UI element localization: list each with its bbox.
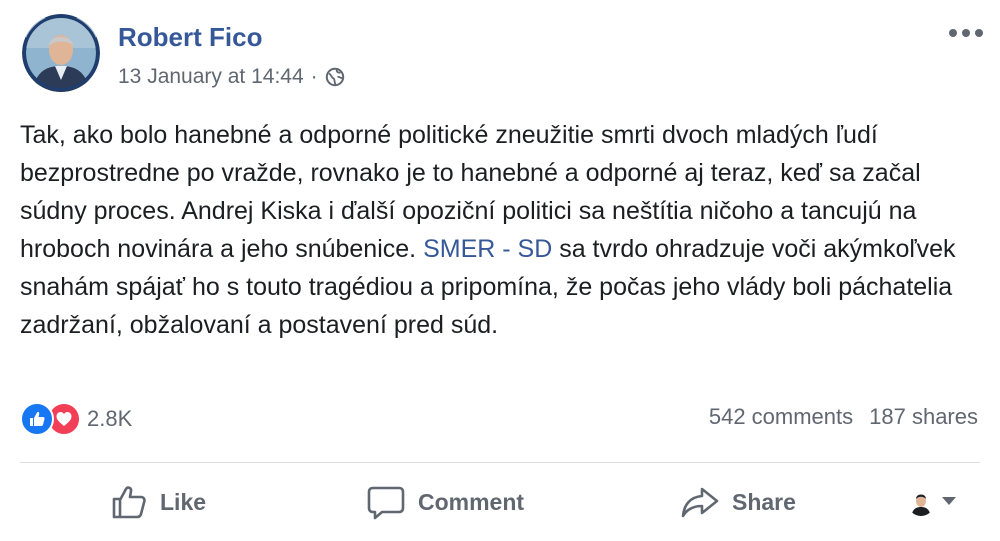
chevron-down-icon: [940, 494, 958, 512]
globe-icon[interactable]: [325, 67, 345, 87]
author-avatar[interactable]: [22, 14, 100, 92]
post-timestamp[interactable]: 13 January at 14:44: [118, 64, 304, 90]
divider: [20, 462, 980, 463]
share-arrow-icon: [680, 483, 720, 521]
share-label: Share: [732, 488, 796, 515]
reactions-summary[interactable]: 2.8K: [20, 402, 132, 436]
post-text: Tak, ako bolo hanebné a odporné politick…: [20, 116, 980, 344]
thumbs-up-icon: [110, 483, 148, 521]
author-name[interactable]: Robert Fico: [118, 22, 262, 52]
page-mention-link[interactable]: SMER - SD: [423, 235, 552, 263]
facebook-post: Robert Fico 13 January at 14:44 · Tak, a…: [0, 0, 1000, 541]
share-button[interactable]: Share: [680, 478, 796, 526]
like-reaction-icon: [20, 402, 54, 436]
reaction-count: 2.8K: [87, 406, 133, 431]
comment-button[interactable]: Comment: [366, 478, 524, 526]
like-button[interactable]: Like: [110, 478, 206, 526]
audience-avatar-icon: [908, 490, 934, 516]
reaction-audience-selector[interactable]: [908, 486, 958, 520]
comments-count[interactable]: 542 comments: [709, 404, 853, 430]
shares-count[interactable]: 187 shares: [869, 404, 978, 430]
comment-bubble-icon: [366, 483, 406, 521]
profile-photo: [22, 14, 100, 92]
engagement-counts: 542 comments 187 shares: [709, 404, 978, 430]
meta-separator: ·: [310, 65, 318, 88]
more-options-icon[interactable]: [944, 20, 988, 46]
post-meta: 13 January at 14:44 ·: [118, 64, 345, 90]
like-label: Like: [160, 488, 207, 515]
comment-label: Comment: [418, 488, 525, 515]
